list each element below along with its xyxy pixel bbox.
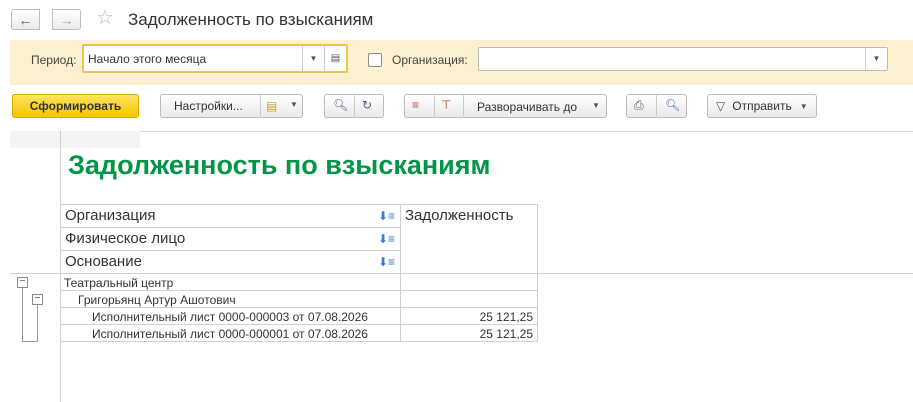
arrow-right-icon: → bbox=[59, 11, 74, 28]
search-next-icon[interactable]: ↻ bbox=[362, 98, 372, 112]
forward-button[interactable]: → bbox=[52, 9, 81, 30]
header-basis[interactable]: Основание bbox=[65, 253, 142, 270]
table-row-value[interactable]: 25 121,25 bbox=[433, 327, 533, 341]
organization-label: Организация: bbox=[392, 53, 468, 67]
star-icon[interactable]: ☆ bbox=[96, 7, 114, 29]
chevron-down-icon[interactable]: ▼ bbox=[865, 48, 887, 70]
organization-checkbox[interactable] bbox=[368, 53, 382, 67]
calendar-icon[interactable]: ▤ bbox=[324, 46, 346, 71]
print-preview-icon[interactable]: 🔍︎ bbox=[665, 98, 680, 112]
period-label: Период: bbox=[31, 53, 77, 67]
sort-icon[interactable]: ⬇≡ bbox=[378, 209, 395, 223]
table-row[interactable]: Исполнительный лист 0000-000003 от 07.08… bbox=[92, 310, 368, 324]
expand-all-icon[interactable]: ≡ bbox=[412, 98, 419, 112]
table-row[interactable]: Исполнительный лист 0000-000001 от 07.08… bbox=[92, 327, 368, 341]
header-debt[interactable]: Задолженность bbox=[405, 207, 513, 224]
header-organization[interactable]: Организация bbox=[65, 207, 155, 224]
generate-button[interactable]: Сформировать bbox=[12, 94, 139, 118]
filter-panel: Период: Начало этого месяца ▼ ▤ Организа… bbox=[10, 40, 913, 85]
chevron-down-icon: ▼ bbox=[799, 101, 808, 111]
window-title: Задолженность по взысканиям bbox=[128, 10, 374, 29]
folder-settings-icon[interactable]: ▤ bbox=[266, 99, 277, 113]
send-icon: ▽ bbox=[716, 99, 726, 113]
sort-icon[interactable]: ⬇≡ bbox=[378, 255, 395, 269]
report-gutter bbox=[10, 131, 140, 148]
send-label: Отправить bbox=[732, 99, 792, 113]
table-row[interactable]: Театральный центр bbox=[64, 276, 173, 290]
collapse-all-icon[interactable]: ⊤ bbox=[441, 98, 451, 112]
search-icon[interactable]: 🔍︎ bbox=[333, 98, 348, 112]
send-button[interactable]: ▽ Отправить ▼ bbox=[707, 94, 817, 118]
collapse-group-icon[interactable]: − bbox=[17, 277, 28, 288]
organization-field[interactable]: ▼ bbox=[478, 47, 888, 71]
period-value: Начало этого месяца bbox=[88, 52, 207, 66]
table-row-value[interactable]: 25 121,25 bbox=[433, 310, 533, 324]
settings-label: Настройки... bbox=[174, 99, 243, 113]
chevron-down-icon[interactable]: ▼ bbox=[290, 100, 298, 109]
expand-to-button[interactable]: Разворачивать до bbox=[477, 100, 577, 114]
table-row[interactable]: Григорьянц Артур Ашотович bbox=[78, 293, 236, 307]
header-person[interactable]: Физическое лицо bbox=[65, 230, 185, 247]
print-icon[interactable]: ⎙ bbox=[634, 98, 644, 113]
arrow-left-icon: ← bbox=[18, 11, 33, 28]
period-field[interactable]: Начало этого месяца ▼ ▤ bbox=[82, 44, 348, 73]
back-button[interactable]: ← bbox=[11, 9, 40, 30]
report-title: Задолженность по взысканиям bbox=[68, 150, 491, 180]
sort-icon[interactable]: ⬇≡ bbox=[378, 232, 395, 246]
chevron-down-icon[interactable]: ▼ bbox=[302, 46, 324, 71]
chevron-down-icon[interactable]: ▼ bbox=[592, 101, 600, 110]
collapse-group-icon[interactable]: − bbox=[32, 294, 43, 305]
settings-button[interactable]: Настройки... bbox=[160, 94, 303, 118]
